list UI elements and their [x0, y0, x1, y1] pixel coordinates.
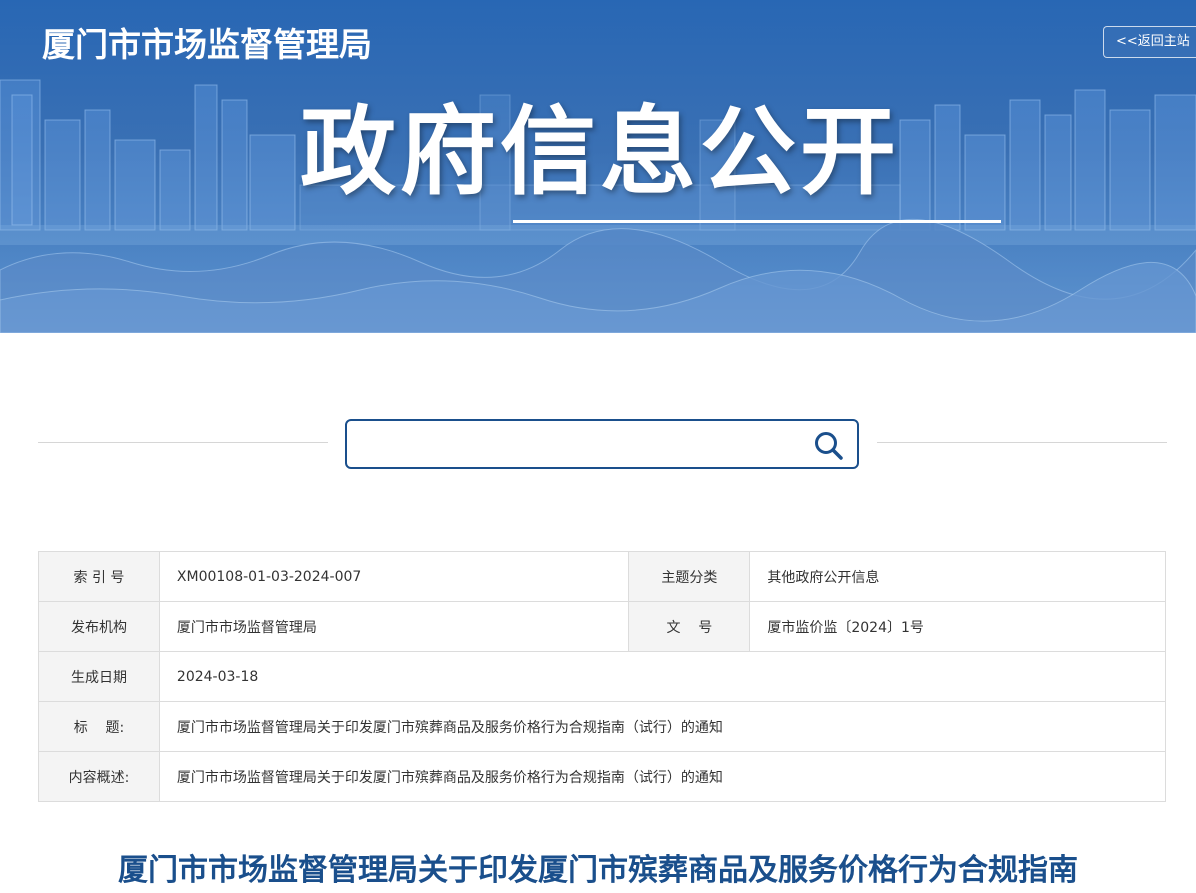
document-number-label: 文 号	[628, 601, 751, 652]
header-banner: 厦门市市场监督管理局 <<返回主站 政府信息公开	[0, 0, 1196, 333]
document-info-table: 索 引 号 XM00108-01-03-2024-007 主题分类 其他政府公开…	[38, 551, 1167, 802]
index-number-label: 索 引 号	[38, 551, 160, 602]
return-home-link[interactable]: <<返回主站	[1103, 26, 1196, 58]
document-number-value: 厦市监价监〔2024〕1号	[749, 601, 1166, 652]
table-row: 索 引 号 XM00108-01-03-2024-007 主题分类 其他政府公开…	[38, 551, 1166, 602]
date-value: 2024-03-18	[158, 651, 1167, 702]
date-label: 生成日期	[38, 651, 160, 702]
summary-value: 厦门市市场监督管理局关于印发厦门市殡葬商品及服务价格行为合规指南（试行）的通知	[158, 751, 1167, 802]
table-row: 内容概述: 厦门市市场监督管理局关于印发厦门市殡葬商品及服务价格行为合规指南（试…	[38, 751, 1167, 802]
hero-title: 政府信息公开	[300, 96, 900, 208]
search-divider-left	[38, 442, 328, 443]
table-row: 发布机构 厦门市市场监督管理局 文 号 厦市监价监〔2024〕1号	[38, 601, 1166, 652]
hero-underline	[513, 220, 1001, 223]
category-value: 其他政府公开信息	[749, 551, 1166, 602]
index-number-value: XM00108-01-03-2024-007	[158, 551, 630, 602]
search-divider-right	[877, 442, 1167, 443]
title-label: 标 题:	[38, 701, 160, 752]
site-title: 厦门市市场监督管理局	[42, 25, 372, 64]
category-label: 主题分类	[628, 551, 751, 602]
title-value: 厦门市市场监督管理局关于印发厦门市殡葬商品及服务价格行为合规指南（试行）的通知	[158, 701, 1167, 752]
publisher-label: 发布机构	[38, 601, 160, 652]
search-box[interactable]	[345, 419, 859, 469]
search-input[interactable]	[359, 429, 803, 461]
table-row: 生成日期 2024-03-18	[38, 651, 1167, 702]
article-heading: 厦门市市场监督管理局关于印发厦门市殡葬商品及服务价格行为合规指南	[118, 853, 1078, 888]
publisher-value: 厦门市市场监督管理局	[158, 601, 630, 652]
table-row: 标 题: 厦门市市场监督管理局关于印发厦门市殡葬商品及服务价格行为合规指南（试行…	[38, 701, 1167, 752]
search-icon[interactable]	[813, 430, 845, 460]
summary-label: 内容概述:	[38, 751, 160, 802]
